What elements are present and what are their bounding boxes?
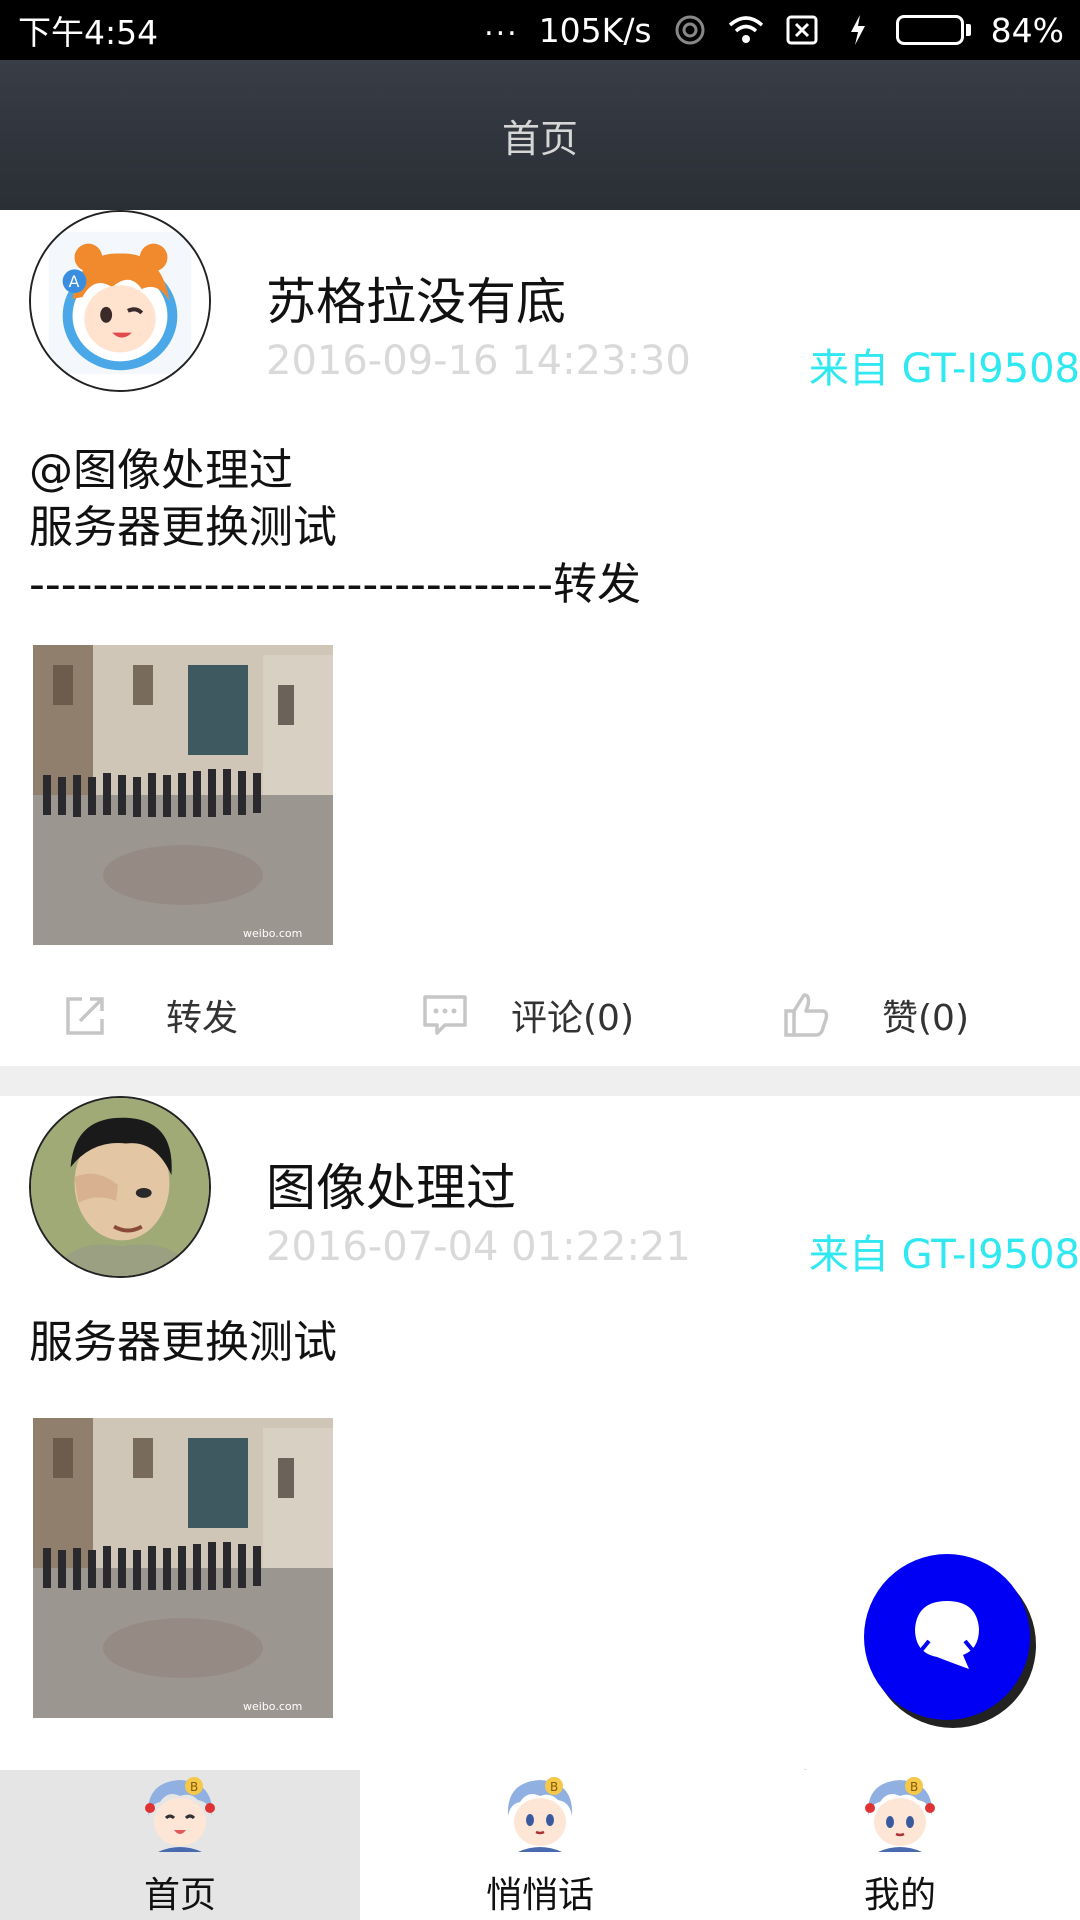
comment-label: 评论(0) [511,998,634,1039]
post-actions: 转发 评论(0) 赞(0) [0,970,1080,1060]
battery-icon [895,15,971,45]
svg-text:B: B [190,1780,198,1794]
comment-button[interactable] [421,1746,469,1770]
bottom-nav: B 首页 B 悄悄话 B 我的 [0,1770,1080,1920]
home-avatar-icon: B [138,1772,222,1856]
post-text: 服务器更换测试 [29,1317,337,1368]
thumbs-up-icon [782,991,830,1039]
post-actions [0,1746,1080,1770]
user-name[interactable]: 图像处理过 [266,1148,516,1220]
title-bar: 首页 [0,60,1080,210]
status-icons: ... 105K/s 84% [484,7,1064,50]
battery-percent: 84% [990,10,1064,50]
post-image[interactable]: weibo.com [33,1418,333,1718]
nav-home-label: 首页 [143,1875,216,1916]
post-source: 来自 GT-I9508 [808,1232,1080,1278]
charging-icon [840,12,876,48]
new-chat-button[interactable] [864,1554,1030,1720]
page-title: 首页 [501,116,578,161]
nav-home[interactable]: B 首页 [0,1770,360,1920]
svg-text:A: A [69,272,80,291]
profile-avatar-icon: B [858,1772,942,1856]
avatar[interactable]: A [29,210,211,392]
post-time: 2016-09-16 14:23:30 [266,338,691,384]
network-speed: 105K/s [538,10,652,50]
repost-button[interactable] [62,1746,110,1770]
wifi-icon [728,12,764,48]
comment-button[interactable]: 评论(0) [421,970,634,1060]
feed-list[interactable]: A 苏格拉没有底 2016-09-16 14:23:30 来自 GT-I9508… [0,210,1080,1770]
like-label: 赞(0) [882,998,969,1039]
more-dots: ... [484,7,519,43]
post-time: 2016-07-04 01:22:21 [266,1224,691,1270]
post-source: 来自 GT-I9508 [808,346,1080,392]
post-separator [0,1066,1080,1096]
comment-icon [421,991,469,1039]
feed-post[interactable]: A 苏格拉没有底 2016-09-16 14:23:30 来自 GT-I9508… [0,210,1080,1066]
whisper-avatar-icon: B [498,1772,582,1856]
like-button[interactable] [782,1746,830,1770]
status-time: 下午4:54 [18,13,159,52]
share-icon [62,991,110,1039]
no-sim-icon [784,12,820,48]
post-text: @图像处理过 服务器更换测试 -------------------------… [29,445,641,610]
repost-button[interactable]: 转发 [62,970,238,1060]
nav-profile-label: 我的 [863,1875,936,1916]
repost-label: 转发 [166,998,239,1039]
hotspot-icon [672,12,708,48]
svg-text:weibo.com: weibo.com [243,1700,302,1713]
nav-whisper-label: 悄悄话 [485,1875,594,1916]
svg-text:B: B [910,1780,918,1794]
like-button[interactable]: 赞(0) [782,970,969,1060]
svg-text:weibo.com: weibo.com [243,927,302,940]
chat-bubble-icon [907,1595,987,1679]
post-image[interactable]: weibo.com [33,645,333,945]
user-name[interactable]: 苏格拉没有底 [266,262,566,334]
nav-profile[interactable]: B 我的 [720,1770,1080,1920]
status-bar: 下午4:54 ... 105K/s 84% [0,0,1080,60]
svg-text:B: B [550,1780,558,1794]
avatar[interactable] [29,1096,211,1278]
nav-whisper[interactable]: B 悄悄话 [360,1770,720,1920]
